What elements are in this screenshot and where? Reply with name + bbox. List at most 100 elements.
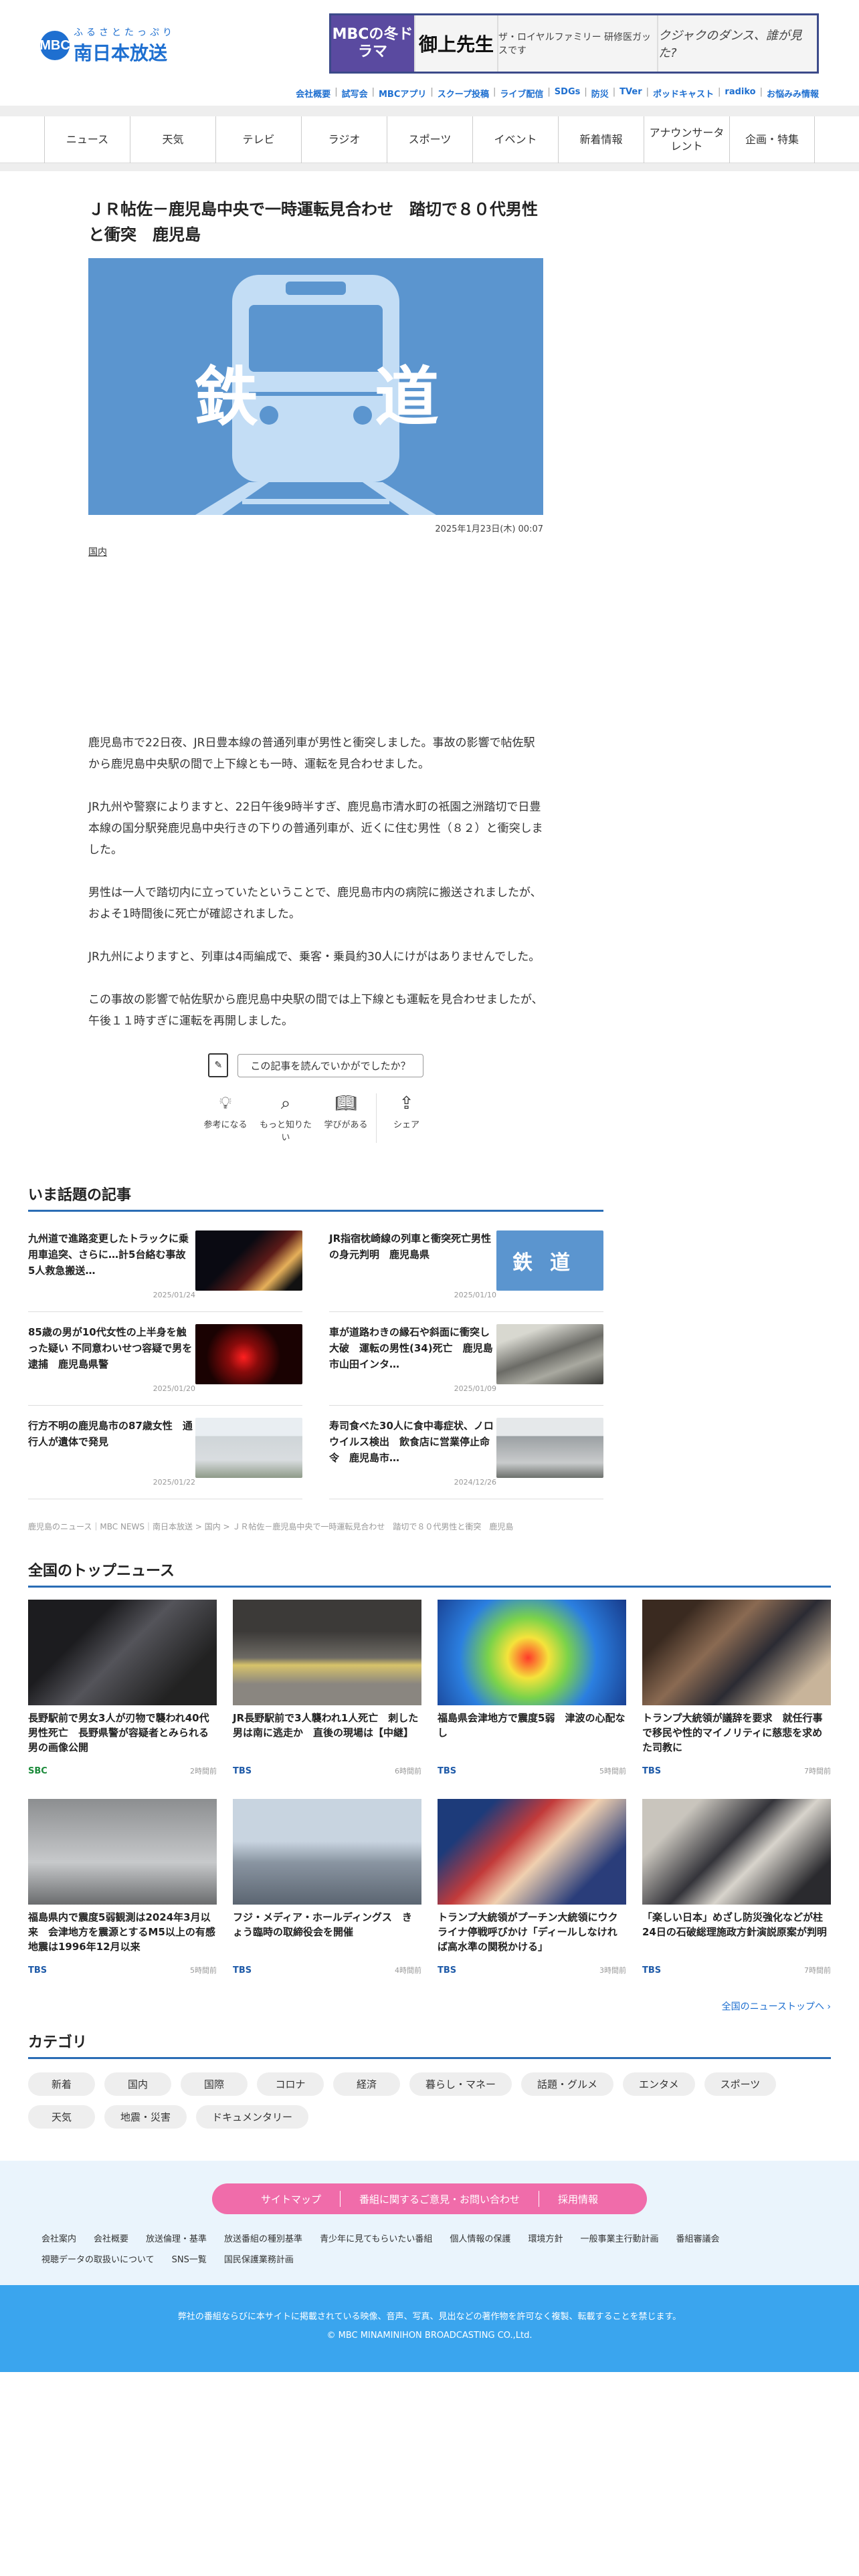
category-chip[interactable]: コロナ — [257, 2072, 324, 2096]
sitemap-link[interactable]: サイトマップ — [242, 2192, 340, 2206]
train-illustration — [195, 275, 436, 515]
top-link[interactable]: radiko — [725, 87, 755, 100]
feedback-area: ✎ この記事を読んでいかがでしたか？ — [88, 1053, 543, 1077]
news-card-title: 福島県内で震度5弱観測は2024年3月以来 会津地方を震源とするM5以上の有感地… — [28, 1911, 215, 1953]
news-card[interactable]: トランプ大統領が議辞を要求 就任行事で移民や性的マイノリティに慈悲を求めた司教に… — [642, 1600, 831, 1783]
news-thumbnail — [438, 1600, 626, 1705]
nav-events[interactable]: イベント — [472, 116, 558, 163]
article-paragraph: JR九州や警察によりますと、22日午後9時半すぎ、鹿児島市清水町の祇園之洲踏切で… — [88, 800, 543, 857]
footer-link[interactable]: 会社概要 — [94, 2232, 128, 2244]
footer-link[interactable]: 視聴データの取扱いについて — [41, 2252, 155, 2265]
nav-features[interactable]: 企画・特集 — [729, 116, 815, 163]
trending-item-title: 車が道路わきの縁石や斜面に衝突し大破 運転の男性(34)死亡 鹿児島市山田インタ… — [329, 1326, 493, 1370]
category-chip[interactable]: 経済 — [333, 2072, 400, 2096]
nav-weather[interactable]: 天気 — [130, 116, 215, 163]
top-link[interactable]: TVer — [619, 87, 642, 100]
main-nav: ニュース 天気 テレビ ラジオ スポーツ イベント 新着情報 アナウンサータレン… — [0, 116, 859, 163]
share-button[interactable]: ⇪ シェア — [376, 1093, 436, 1143]
news-card[interactable]: 福島県内で震度5弱観測は2024年3月以来 会津地方を震源とするM5以上の有感地… — [28, 1799, 217, 1982]
article-paragraph: この事故の影響で帖佐駅から鹿児島中央駅の間では上下線とも運転を見合わせましたが、… — [88, 993, 543, 1028]
top-link[interactable]: MBCアプリ — [379, 87, 426, 100]
category-chip[interactable]: エンタメ — [623, 2072, 695, 2096]
feedback-button[interactable]: この記事を読んでいかがでしたか？ — [237, 1053, 423, 1077]
reaction-helpful[interactable]: 💡︎ 参考になる — [195, 1093, 256, 1143]
category-chip[interactable]: 話題・グルメ — [521, 2072, 614, 2096]
top-link[interactable]: お悩みみ情報 — [767, 87, 819, 100]
footer-link[interactable]: 放送番組の種別基準 — [224, 2232, 302, 2244]
news-card[interactable]: 「楽しい日本」めざし防災強化などが柱 24日の石破総理施政方針演説原案が判明 T… — [642, 1799, 833, 1982]
contact-link[interactable]: 番組に関するご意見・お問い合わせ — [341, 2192, 539, 2206]
footer-link[interactable]: 青少年に見てもらいたい番組 — [320, 2232, 432, 2244]
banner-segment-3: ザ・ロイヤルファミリー 研修医ガッスです — [497, 15, 657, 72]
news-thumbnail — [233, 1600, 421, 1705]
trending-item[interactable]: 寿司食べた30人に食中毒症状、ノロウイルス検出 飲食店に営業停止命令 鹿児島市…… — [329, 1406, 603, 1499]
nav-radio[interactable]: ラジオ — [301, 116, 387, 163]
footer-link[interactable]: 国民保護業務計画 — [224, 2252, 294, 2265]
trending-item[interactable]: 行方不明の鹿児島市の87歳女性 通行人が遺体で発見 2025/01/22 — [28, 1406, 302, 1499]
top-link[interactable]: 会社概要 — [296, 87, 330, 100]
article-title: ＪＲ帖佐－鹿児島中央で一時運転見合わせ 踏切で８０代男性と衝突 鹿児島 — [88, 200, 538, 244]
nav-announcers[interactable]: アナウンサータレント — [644, 116, 729, 163]
news-time: 2時間前 — [190, 1767, 217, 1776]
news-card[interactable]: 長野駅前で男女3人が刃物で襲われ40代男性死亡 長野県警が容疑者とみられる男の画… — [28, 1600, 217, 1783]
nav-latest[interactable]: 新着情報 — [558, 116, 644, 163]
trending-item[interactable]: 85歳の男が10代女性の上半身を触った疑い 不同意わいせつ容疑で男を逮捕 鹿児島… — [28, 1312, 302, 1406]
news-card[interactable]: トランプ大統領がプーチン大統領にウクライナ停戦呼びかけ「ディールしなければ高水準… — [438, 1799, 626, 1982]
category-chip[interactable]: 新着 — [28, 2072, 95, 2096]
article-hero-image: 鉄 道 — [88, 258, 543, 515]
article-tag[interactable]: 国内 — [88, 545, 543, 558]
category-chip[interactable]: 暮らし・マネー — [409, 2072, 512, 2096]
footer-link[interactable]: 番組審議会 — [676, 2232, 719, 2244]
reaction-more[interactable]: ⌕ もっと知りたい — [256, 1093, 316, 1143]
trending-item-title: 九州道で進路変更したトラックに乗用車追突、さらに…計5台絡む事故 5人救急搬送… — [28, 1232, 196, 1277]
top-link[interactable]: 試写会 — [342, 87, 368, 100]
news-source: TBS — [642, 1766, 662, 1776]
trending-item[interactable]: 九州道で進路変更したトラックに乗用車追突、さらに…計5台絡む事故 5人救急搬送…… — [28, 1218, 302, 1312]
news-thumbnail — [642, 1799, 831, 1905]
category-chip[interactable]: スポーツ — [704, 2072, 777, 2096]
trending-item[interactable]: JR指宿枕崎線の列車と衝突死亡男性の身元判明 鹿児島県 2025/01/10 鉄道 — [329, 1218, 603, 1312]
footer-link[interactable]: 放送倫理・基準 — [146, 2232, 207, 2244]
category-chip[interactable]: 地震・災害 — [104, 2105, 187, 2129]
trending-item[interactable]: 車が道路わきの縁石や斜面に衝突し大破 運転の男性(34)死亡 鹿児島市山田インタ… — [329, 1312, 603, 1406]
top-link[interactable]: スクープ投稿 — [438, 87, 489, 100]
trending-thumbnail: 鉄道 — [496, 1230, 603, 1291]
news-time: 5時間前 — [190, 1966, 217, 1975]
news-card[interactable]: 福島県会津地方で震度5弱 津波の心配なし TBS 5時間前 — [438, 1600, 626, 1783]
nav-sports[interactable]: スポーツ — [387, 116, 472, 163]
footer-link[interactable]: 個人情報の保護 — [450, 2232, 510, 2244]
national-news-title: 全国のトップニュース — [28, 1559, 831, 1588]
nav-news[interactable]: ニュース — [44, 116, 130, 163]
footer-link[interactable]: 会社案内 — [41, 2232, 76, 2244]
category-chip[interactable]: 国際 — [181, 2072, 248, 2096]
drama-banner[interactable]: MBCの冬ドラマ 御上先生 ザ・ロイヤルファミリー 研修医ガッスです クジャクの… — [329, 13, 819, 74]
news-source: TBS — [28, 1965, 47, 1975]
article: ＪＲ帖佐－鹿児島中央で一時運転見合わせ 踏切で８０代男性と衝突 鹿児島 鉄 道 … — [88, 197, 543, 1143]
footer-link[interactable]: 一般事業主行動計画 — [580, 2232, 658, 2244]
site-logo[interactable]: MBC ふるさとたっぷり 南日本放送 — [39, 25, 175, 66]
footer-link[interactable]: SNS一覧 — [172, 2252, 207, 2265]
national-news-more-link[interactable]: 全国のニューストップへ › — [28, 2000, 831, 2013]
reaction-learn[interactable]: 📖︎ 学びがある — [316, 1093, 376, 1143]
divider — [0, 106, 859, 116]
category-chip[interactable]: ドキュメンタリー — [196, 2105, 309, 2129]
recruit-link[interactable]: 採用情報 — [539, 2192, 617, 2206]
top-link[interactable]: SDGs — [555, 87, 581, 100]
category-chip[interactable]: 国内 — [104, 2072, 171, 2096]
breadcrumb[interactable]: 鹿児島のニュース｜MBC NEWS｜南日本放送 > 国内 > ＪＲ帖佐－鹿児島中… — [28, 1521, 859, 1532]
news-card[interactable]: JR長野駅前で3人襲われ1人死亡 刺した男は南に逃走か 直後の現場は【中継】 T… — [233, 1600, 421, 1783]
trending-item-title: 寿司食べた30人に食中毒症状、ノロウイルス検出 飲食店に営業停止命令 鹿児島市… — [329, 1420, 494, 1464]
news-card-title: フジ・メディア・ホールディングス きょう臨時の取締役会を開催 — [233, 1911, 412, 1938]
trending-item-date: 2025/01/24 — [153, 1291, 195, 1299]
nav-tv[interactable]: テレビ — [215, 116, 301, 163]
footer-link[interactable]: 環境方針 — [528, 2232, 563, 2244]
news-card[interactable]: フジ・メディア・ホールディングス きょう臨時の取締役会を開催 TBS 4時間前 — [233, 1799, 421, 1982]
top-link[interactable]: 防災 — [591, 87, 609, 100]
reaction-label: 参考になる — [203, 1120, 248, 1130]
top-link[interactable]: ライブ配信 — [500, 87, 543, 100]
trending-item-title: JR指宿枕崎線の列車と衝突死亡男性の身元判明 鹿児島県 — [329, 1232, 492, 1261]
category-chip[interactable]: 天気 — [28, 2105, 95, 2129]
copyright: © MBC MINAMINIHON BROADCASTING CO.,Ltd. — [326, 2331, 533, 2341]
top-link[interactable]: ポッドキャスト — [653, 87, 714, 100]
article-paragraph: 男性は一人で踏切内に立っていたということで、鹿児島市内の病院に搬送されましたが、… — [88, 886, 542, 921]
